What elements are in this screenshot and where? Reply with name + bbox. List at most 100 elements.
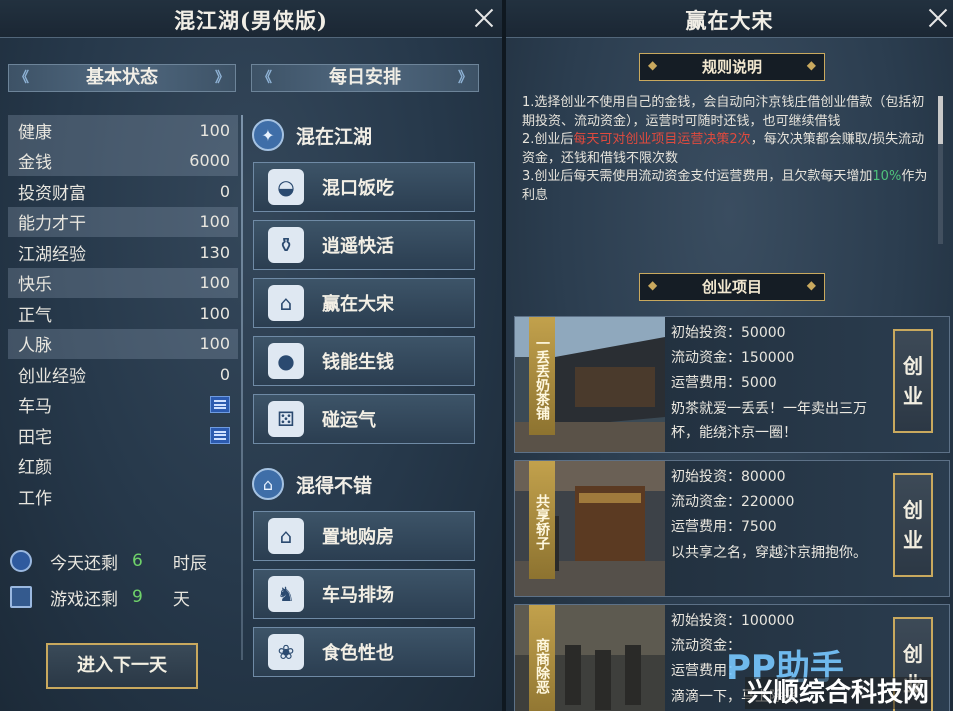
close-icon[interactable] bbox=[926, 6, 950, 30]
shop-icon: ⌂ bbox=[268, 285, 304, 321]
stat-label: 车马 bbox=[18, 397, 52, 418]
stat-label: 快乐 bbox=[18, 275, 52, 296]
action-label: 置地购房 bbox=[322, 527, 394, 548]
scrollbar-thumb[interactable] bbox=[938, 96, 943, 144]
daily-schedule-header: 《 每日安排 》 bbox=[251, 64, 479, 92]
field-label: 初始投资： bbox=[671, 325, 741, 341]
stat-value: 0 bbox=[219, 181, 230, 201]
group-title: 混得不错 bbox=[296, 474, 373, 497]
action-label: 钱能生钱 bbox=[322, 352, 394, 373]
rice-bowl-icon: ◒ bbox=[268, 169, 304, 205]
window-title: 赢在大宋 bbox=[685, 8, 774, 33]
start-business-button[interactable]: 创业 bbox=[893, 473, 933, 577]
coins-icon: ● bbox=[268, 343, 304, 379]
action-button-house[interactable]: ⌂ 置地购房 bbox=[253, 511, 475, 561]
stat-value: 6000 bbox=[189, 151, 230, 171]
section-title: 创业项目 bbox=[701, 278, 762, 296]
action-button-eat[interactable]: ◒ 混口饭吃 bbox=[253, 162, 475, 212]
stat-label: 人脉 bbox=[18, 336, 52, 357]
action-button-leisure[interactable]: ⚱ 逍遥快活 bbox=[253, 220, 475, 270]
flower-icon: ❀ bbox=[268, 634, 304, 670]
stat-label: 投资财富 bbox=[18, 183, 86, 204]
project-info: 初始投资：50000 流动资金：150000 运营费用：5000 bbox=[671, 321, 889, 396]
field-label: 初始投资： bbox=[671, 469, 741, 485]
stat-label: 江湖经验 bbox=[18, 244, 86, 265]
list-icon[interactable] bbox=[210, 396, 230, 414]
watermark-text: 兴顺综合科技网 bbox=[745, 677, 932, 709]
cost-line: 运营费用：5000 bbox=[671, 371, 889, 396]
stat-row-job: 工作 bbox=[8, 481, 238, 512]
stat-row-carriage: 车马 bbox=[8, 390, 238, 421]
group-header-jianghu: ✦ 混在江湖 bbox=[252, 117, 477, 153]
project-card: 共享轿子 初始投资：80000 流动资金：220000 运营费用：7500 以共… bbox=[514, 460, 950, 597]
clock-icon bbox=[10, 550, 32, 572]
project-name-tag: 一丢丢奶茶铺 bbox=[529, 317, 555, 435]
cost-line: 运营费用：7500 bbox=[671, 515, 889, 540]
action-label: 混口饭吃 bbox=[322, 178, 394, 199]
stat-row-happiness: 快乐 100 bbox=[8, 267, 238, 298]
stat-label: 能力才干 bbox=[18, 214, 86, 235]
field-value: 220000 bbox=[741, 494, 795, 510]
project-name-tag: 商商除恶 bbox=[529, 605, 555, 711]
rules-header: 规则说明 bbox=[639, 53, 825, 81]
stat-label: 金钱 bbox=[18, 153, 52, 174]
flow-line: 流动资金：150000 bbox=[671, 346, 889, 371]
field-label: 初始投资： bbox=[671, 613, 741, 629]
rule-text: 3.创业后每天需使用流动资金支付运营费用，且欠款每天增加 bbox=[522, 169, 873, 184]
timer-label: 今天还剩 bbox=[50, 553, 118, 574]
timer-unit: 时辰 bbox=[172, 553, 207, 574]
stat-value: 100 bbox=[199, 120, 230, 140]
chevron-left-icon: 《 bbox=[15, 70, 29, 86]
house-icon: ⌂ bbox=[268, 518, 304, 554]
timer-value: 9 bbox=[132, 587, 143, 607]
project-info: 初始投资：80000 流动资金：220000 运营费用：7500 bbox=[671, 465, 889, 540]
section-title: 基本状态 bbox=[86, 67, 158, 88]
stats-list: 健康 100 金钱 6000 投资财富 0 能力才干 100 江湖经验 130 快乐 100… bbox=[8, 115, 238, 512]
action-button-song[interactable]: ⌂ 赢在大宋 bbox=[253, 278, 475, 328]
next-day-button[interactable]: 进入下一天 bbox=[46, 643, 198, 689]
stat-row-money: 金钱 6000 bbox=[8, 145, 238, 176]
action-button-horse[interactable]: ♞ 车马排场 bbox=[253, 569, 475, 619]
horse-icon: ♞ bbox=[268, 576, 304, 612]
column-divider bbox=[241, 115, 243, 660]
action-label: 碰运气 bbox=[322, 410, 376, 431]
stat-row-beauty: 红颜 bbox=[8, 451, 238, 482]
stat-label: 创业经验 bbox=[18, 366, 86, 387]
rule-highlight: 每天可对创业项目运营决策2次 bbox=[573, 132, 751, 147]
wine-jar-icon: ⚱ bbox=[268, 227, 304, 263]
chevron-right-icon: 》 bbox=[458, 70, 472, 86]
section-title: 每日安排 bbox=[329, 67, 401, 88]
field-value: 150000 bbox=[741, 350, 795, 366]
action-button-flower[interactable]: ❀ 食色性也 bbox=[253, 627, 475, 677]
action-label: 赢在大宋 bbox=[322, 294, 394, 315]
project-description: 奶茶就爱一丢丢！一年卖出三万杯，能绕汴京一圈！ bbox=[671, 401, 867, 441]
field-value: 50000 bbox=[741, 325, 786, 341]
action-button-money[interactable]: ● 钱能生钱 bbox=[253, 336, 475, 386]
action-button-luck[interactable]: ⚄ 碰运气 bbox=[253, 394, 475, 444]
pavilion-icon: ⌂ bbox=[252, 468, 284, 500]
dice-icon: ⚄ bbox=[268, 401, 304, 437]
stat-row-investment: 投资财富 0 bbox=[8, 176, 238, 207]
invest-line: 初始投资：50000 bbox=[671, 321, 889, 346]
hourglass-icon bbox=[10, 586, 32, 608]
stat-row-ability: 能力才干 100 bbox=[8, 206, 238, 237]
group-header-doing-well: ⌂ 混得不错 bbox=[252, 466, 477, 502]
stat-label: 工作 bbox=[18, 488, 52, 509]
action-label: 食色性也 bbox=[322, 643, 394, 664]
close-icon[interactable] bbox=[472, 6, 496, 30]
stat-label: 红颜 bbox=[18, 458, 52, 479]
flame-icon: ✦ bbox=[252, 119, 284, 151]
time-left-today: 今天还剩 6 时辰 bbox=[10, 547, 235, 575]
action-label: 逍遥快活 bbox=[322, 236, 394, 257]
left-window: 混江湖(男侠版) 《 基本状态 》 《 每日安排 》 健康 100 金钱 6000 … bbox=[0, 0, 502, 711]
project-name-tag: 共享轿子 bbox=[529, 461, 555, 579]
stat-row-experience: 江湖经验 130 bbox=[8, 237, 238, 268]
timer-value: 6 bbox=[132, 551, 143, 571]
right-title-bar: 赢在大宋 bbox=[506, 0, 953, 38]
field-label: 运营费用： bbox=[671, 519, 741, 535]
list-icon[interactable] bbox=[210, 426, 230, 444]
stat-value: 100 bbox=[199, 334, 230, 354]
chevron-right-icon: 》 bbox=[215, 70, 229, 86]
start-business-button[interactable]: 创业 bbox=[893, 329, 933, 433]
invest-line: 初始投资：80000 bbox=[671, 465, 889, 490]
